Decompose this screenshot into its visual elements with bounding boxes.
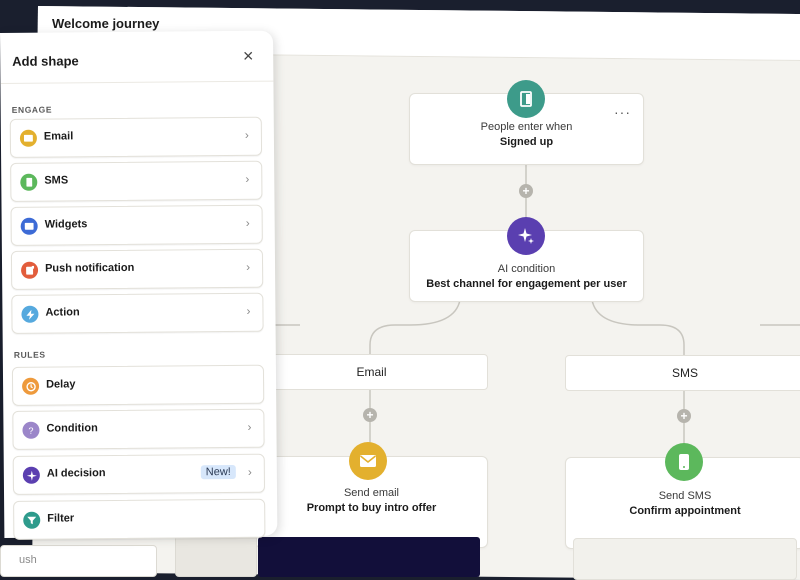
shape-sms[interactable]: SMS › (10, 160, 263, 202)
panel-title: Add shape (12, 53, 79, 69)
shape-label: Widgets (44, 218, 88, 231)
rules-section-label: RULES (13, 349, 46, 360)
close-icon[interactable]: × (239, 46, 257, 66)
add-step-plus-icon[interactable]: + (363, 408, 377, 422)
panel-divider (0, 80, 274, 84)
shape-label: Action (45, 306, 80, 319)
branch-sms[interactable]: SMS (565, 355, 800, 391)
clock-icon (22, 377, 40, 395)
chevron-right-icon: › (244, 127, 249, 142)
trigger-node-main: Signed up (499, 136, 554, 148)
shape-label: Delay (46, 378, 76, 391)
chevron-right-icon: › (245, 171, 250, 186)
shape-email[interactable]: Email › (9, 116, 263, 158)
chevron-right-icon: › (247, 419, 252, 434)
shape-delay[interactable]: Delay (11, 364, 265, 406)
shape-widgets[interactable]: Widgets › (10, 204, 263, 246)
shape-condition[interactable]: ? Condition › (12, 408, 265, 450)
shape-label: Email (43, 130, 74, 143)
shape-ai-decision[interactable]: AI decision New! › (12, 453, 266, 495)
new-badge: New! (200, 464, 236, 480)
email-preview (258, 537, 480, 577)
lightning-icon (21, 305, 39, 323)
chevron-right-icon: › (245, 215, 250, 230)
ai-condition-sub: AI condition (497, 263, 556, 275)
shape-label: Filter (47, 512, 75, 525)
envelope-icon (349, 442, 387, 480)
canvas-card (175, 535, 257, 577)
shape-push-notification[interactable]: Push notification › (10, 248, 264, 290)
sparkle-icon (507, 217, 545, 255)
shape-label: AI decision (46, 467, 106, 480)
engage-section-label: ENGAGE (11, 104, 53, 115)
send-sms-main: Confirm appointment (629, 505, 741, 517)
add-step-plus-icon[interactable]: + (677, 409, 691, 423)
door-enter-icon (507, 80, 545, 118)
question-icon: ? (22, 421, 40, 439)
add-shape-panel: Add shape × ENGAGE Email › SMS › Widgets… (0, 30, 278, 540)
send-sms-sub: Send SMS (658, 490, 712, 502)
filter-icon (23, 511, 41, 529)
phone-icon (665, 443, 703, 481)
shape-filter[interactable]: Filter (13, 498, 266, 540)
more-options-icon[interactable]: ··· (614, 104, 631, 120)
shape-label: Push notification (45, 261, 135, 275)
sparkle-icon (22, 466, 40, 484)
trigger-node-sub: People enter when (480, 121, 573, 133)
add-step-plus-icon[interactable]: + (519, 184, 533, 198)
sms-preview-card (573, 538, 797, 580)
send-email-main: Prompt to buy intro offer (306, 502, 437, 514)
shape-action[interactable]: Action › (11, 292, 264, 334)
push-notification-icon (20, 261, 39, 279)
email-icon (19, 129, 37, 147)
widgets-icon (20, 217, 38, 235)
partial-card[interactable]: ush (0, 545, 157, 577)
chevron-right-icon: › (246, 303, 251, 318)
sms-icon (20, 173, 38, 191)
partial-card-label: ush (19, 554, 37, 566)
chevron-right-icon: › (247, 464, 252, 479)
branch-email[interactable]: Email (255, 354, 488, 390)
shape-label: Condition (46, 422, 98, 435)
chevron-right-icon: › (245, 259, 251, 274)
send-email-sub: Send email (343, 487, 400, 499)
shape-label: SMS (44, 174, 69, 187)
ai-condition-main: Best channel for engagement per user (426, 278, 627, 290)
